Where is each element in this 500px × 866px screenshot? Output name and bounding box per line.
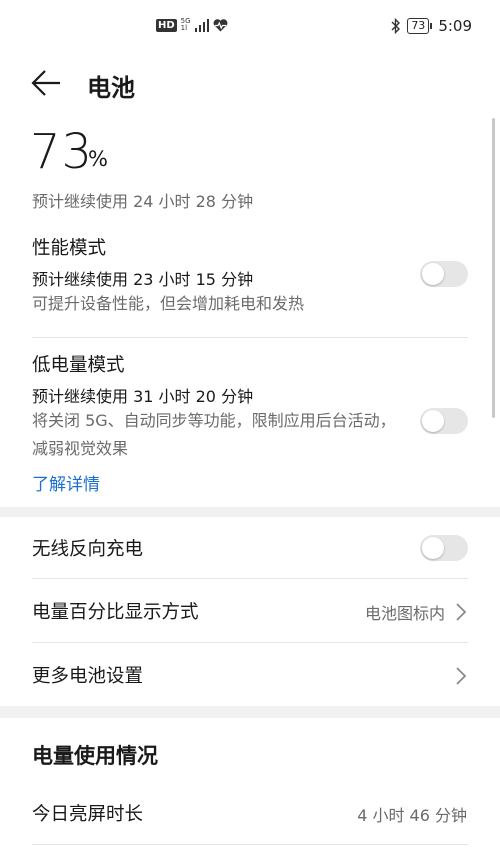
- screen-on-time-value: 4 小时 46 分钟: [357, 806, 467, 825]
- performance-mode-title: 性能模式: [32, 238, 107, 259]
- health-icon: [213, 18, 227, 31]
- low-power-mode-title: 低电量模式: [32, 355, 125, 376]
- battery-percent: 73: [30, 124, 94, 180]
- arrow-left-icon[interactable]: [30, 68, 64, 98]
- hd-icon: HD: [156, 18, 177, 32]
- battery-tip: [430, 23, 433, 29]
- app-header: 电池: [0, 58, 500, 108]
- wireless-reverse-charging-toggle[interactable]: [420, 535, 468, 561]
- section-gap: [0, 507, 500, 517]
- more-battery-settings-label: 更多电池设置: [32, 666, 144, 687]
- percent-display-value: 电池图标内: [364, 604, 445, 623]
- signal-icon: [194, 18, 209, 32]
- scrollbar[interactable]: [492, 118, 495, 418]
- low-power-mode-toggle[interactable]: [420, 408, 468, 434]
- battery-percent-sign: %: [88, 147, 108, 171]
- network-type: 5G 1l: [181, 18, 191, 32]
- low-power-mode-estimate: 预计继续使用 31 小时 20 分钟: [32, 387, 254, 406]
- divider: [32, 642, 468, 643]
- wireless-reverse-charging-row[interactable]: 无线反向充电: [0, 517, 500, 580]
- usage-section-title: 电量使用情况: [32, 744, 158, 768]
- percent-display-row[interactable]: 电量百分比显示方式 电池图标内: [0, 580, 500, 643]
- divider: [32, 844, 468, 845]
- more-battery-settings-row[interactable]: 更多电池设置: [0, 644, 500, 707]
- section-gap: [0, 706, 500, 718]
- low-power-mode-description: 将关闭 5G、自动同步等功能，限制应用后台活动，减弱视觉效果: [32, 411, 396, 458]
- wireless-reverse-charging-label: 无线反向充电: [32, 539, 144, 560]
- toggle-knob: [422, 410, 444, 432]
- status-center: HD 5G 1l: [156, 18, 228, 32]
- clock: 5:09: [438, 17, 472, 35]
- bluetooth-icon: [391, 18, 401, 34]
- learn-more-link[interactable]: 了解详情: [32, 470, 100, 495]
- screen-on-time-row[interactable]: 今日亮屏时长 4 小时 46 分钟: [0, 782, 500, 842]
- performance-mode-description: 可提升设备性能，但会增加耗电和发热: [32, 294, 305, 313]
- toggle-knob: [422, 537, 444, 559]
- performance-mode-toggle[interactable]: [420, 261, 468, 287]
- screen-on-time-label: 今日亮屏时长: [32, 804, 144, 825]
- performance-mode-estimate: 预计继续使用 23 小时 15 分钟: [32, 270, 254, 289]
- status-right: 73 5:09: [391, 17, 472, 35]
- battery-icon: 73: [407, 18, 433, 34]
- toggle-knob: [422, 263, 444, 285]
- network-type-bottom: 1l: [180, 24, 188, 32]
- page-title: 电池: [87, 74, 135, 102]
- status-bar: HD 5G 1l 73 5:09: [0, 0, 500, 56]
- chevron-right-icon: [456, 603, 467, 621]
- divider: [32, 337, 468, 338]
- battery-estimate: 预计继续使用 24 小时 28 分钟: [32, 192, 254, 211]
- divider: [32, 578, 468, 579]
- percent-display-label: 电量百分比显示方式: [32, 602, 199, 623]
- battery-level: 73: [407, 18, 430, 34]
- chevron-right-icon: [456, 667, 467, 685]
